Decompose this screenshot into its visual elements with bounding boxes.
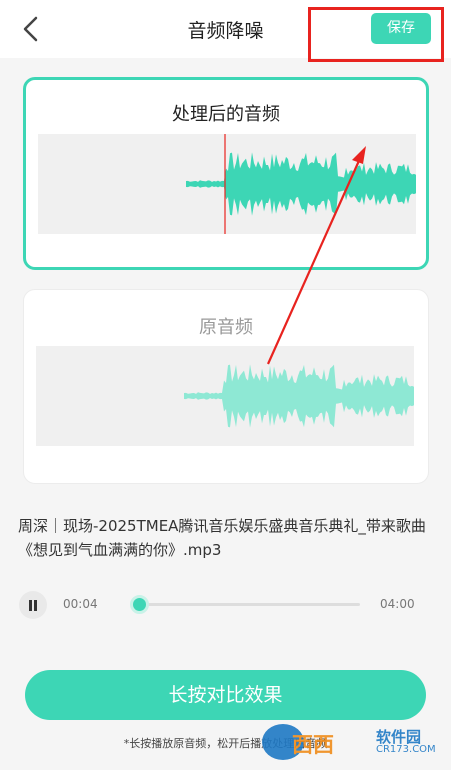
waveform-shape [184,364,414,428]
processed-waveform-graphic [186,134,416,234]
original-audio-title: 原音频 [199,317,253,338]
progress-track[interactable] [140,603,360,606]
processed-audio-card[interactable]: 处理后的音频 [23,77,429,270]
annotation-highlight-box [308,7,444,62]
compare-effect-button[interactable]: 长按对比效果 [25,670,426,720]
site-watermark-logo: 西西 软件园 CR173.COM [262,722,438,762]
progress-thumb[interactable] [130,595,149,614]
original-audio-card[interactable]: 原音频 [23,289,429,484]
audio-player: 00:04 04:00 [0,588,451,622]
total-time: 04:00 [380,597,415,611]
watermark-domain: CR173.COM [376,744,436,755]
file-name: 周深｜现场-2025TMEA腾讯音乐娱乐盛典音乐典礼_带来歌曲《想见到气血满满的… [18,517,426,559]
current-time: 00:04 [63,597,98,611]
waveform-shape [186,152,416,216]
watermark-main: 西西 [292,733,334,757]
processed-audio-title: 处理后的音频 [172,104,280,125]
pause-button[interactable] [19,591,47,619]
original-waveform-graphic [184,364,414,428]
original-waveform[interactable] [36,346,414,446]
processed-waveform[interactable] [38,134,416,234]
